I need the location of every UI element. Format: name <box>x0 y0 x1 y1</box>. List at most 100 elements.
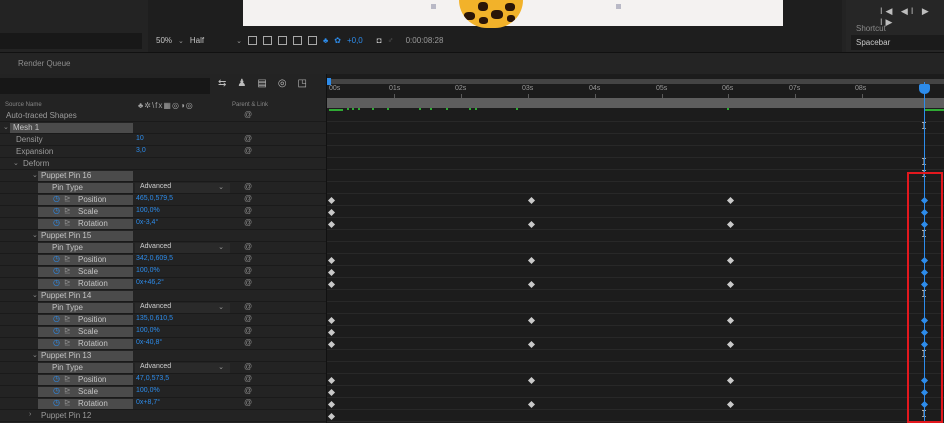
color-management-icon[interactable]: ♣ <box>323 36 328 45</box>
rotation-value[interactable]: 0x+46,2° <box>136 279 164 286</box>
pin-type-select[interactable]: Advanced ⌄ <box>135 363 230 373</box>
rotation-value[interactable]: 0x+8,7° <box>136 399 160 406</box>
graph-editor-icon[interactable]: ◳ <box>298 78 307 89</box>
property-row[interactable]: ⌄ Puppet Pin 16 <box>0 170 326 182</box>
stopwatch-icon[interactable]: ◷ <box>53 338 60 347</box>
switches-header[interactable]: ♣✲\fx▦◎◑◎ <box>138 101 194 110</box>
scale-value[interactable]: 100,0% <box>136 327 160 334</box>
stopwatch-icon[interactable]: ◷ <box>53 218 60 227</box>
expression-pickwhip-icon[interactable]: @ <box>244 206 252 215</box>
property-row[interactable]: Rotation ◷ ⊵ 0x-3,4° @ <box>0 218 326 230</box>
chevron-right-icon[interactable]: › <box>29 411 31 418</box>
graph-icon[interactable]: ⊵ <box>64 314 71 323</box>
property-row[interactable]: ⌄ Puppet Pin 13 <box>0 350 326 362</box>
composition-canvas[interactable] <box>243 0 783 28</box>
property-row[interactable]: ⌄ Deform <box>0 158 326 170</box>
render-queue-tab[interactable]: Render Queue <box>18 59 70 68</box>
stopwatch-icon[interactable]: ◷ <box>53 398 60 407</box>
chevron-down-icon[interactable]: ⌄ <box>32 231 38 239</box>
scale-value[interactable]: 100,0% <box>136 207 160 214</box>
snapshot-icon[interactable]: ◘ <box>377 36 382 45</box>
graph-icon[interactable]: ⊵ <box>64 266 71 275</box>
position-value[interactable]: 47,0,573,5 <box>136 375 169 382</box>
stopwatch-icon[interactable]: ◷ <box>53 386 60 395</box>
bounding-handle[interactable] <box>616 4 621 9</box>
stopwatch-icon[interactable]: ◷ <box>53 194 60 203</box>
property-row[interactable]: Pin Type Advanced ⌄ @ <box>0 182 326 194</box>
stopwatch-icon[interactable]: ◷ <box>53 374 60 383</box>
stopwatch-icon[interactable]: ◷ <box>53 278 60 287</box>
property-row[interactable]: Scale ◷ ⊵ 100,0% @ <box>0 266 326 278</box>
expression-pickwhip-icon[interactable]: @ <box>244 326 252 335</box>
expression-pickwhip-icon[interactable]: @ <box>244 254 252 263</box>
chevron-down-icon[interactable]: ⌄ <box>32 351 38 359</box>
pin-type-select[interactable]: Advanced ⌄ <box>135 303 230 313</box>
scale-value[interactable]: 100,0% <box>136 387 160 394</box>
expression-pickwhip-icon[interactable]: @ <box>244 110 252 119</box>
region-of-interest-icon[interactable] <box>248 36 257 45</box>
rotation-value[interactable]: 0x-40,8° <box>136 339 162 346</box>
chevron-down-icon[interactable]: ⌄ <box>13 159 19 167</box>
mask-visibility-icon[interactable] <box>278 36 287 45</box>
stopwatch-icon[interactable]: ◷ <box>53 206 60 215</box>
motion-blur-icon[interactable]: ◎ <box>278 78 287 89</box>
navigator-start-handle[interactable] <box>327 78 331 85</box>
chevron-down-icon[interactable]: ⌄ <box>3 123 9 131</box>
graph-icon[interactable]: ⊵ <box>64 374 71 383</box>
property-row[interactable]: Density 10 @ <box>0 134 326 146</box>
exposure-value[interactable]: +0,0 <box>347 36 363 45</box>
expression-pickwhip-icon[interactable]: @ <box>244 314 252 323</box>
property-row[interactable]: Pin Type Advanced ⌄ @ <box>0 302 326 314</box>
property-row[interactable]: Position ◷ ⊵ 465,0,579,5 @ <box>0 194 326 206</box>
graph-icon[interactable]: ⊵ <box>64 338 71 347</box>
resolution-select[interactable]: Half <box>190 36 204 45</box>
graph-icon[interactable]: ⊵ <box>64 386 71 395</box>
stopwatch-icon[interactable]: ◷ <box>53 314 60 323</box>
expression-pickwhip-icon[interactable]: @ <box>244 386 252 395</box>
graph-icon[interactable]: ⊵ <box>64 326 71 335</box>
rotation-value[interactable]: 0x-3,4° <box>136 219 158 226</box>
position-value[interactable]: 465,0,579,5 <box>136 195 173 202</box>
property-row[interactable]: Rotation ◷ ⊵ 0x+8,7° @ <box>0 398 326 410</box>
expression-pickwhip-icon[interactable]: @ <box>244 398 252 407</box>
work-area-bar[interactable] <box>327 98 944 108</box>
expression-pickwhip-icon[interactable]: @ <box>244 194 252 203</box>
expansion-value[interactable]: 3,0 <box>136 147 146 154</box>
project-search-field[interactable] <box>0 33 142 49</box>
property-row[interactable]: Scale ◷ ⊵ 100,0% @ <box>0 206 326 218</box>
property-row[interactable]: Rotation ◷ ⊵ 0x+46,2° @ <box>0 278 326 290</box>
graph-icon[interactable]: ⊵ <box>64 218 71 227</box>
timeline-panel[interactable]: 00s 01s 02s 03s 04s 05s 06s 07s 08s <box>326 74 944 423</box>
property-row[interactable]: Pin Type Advanced ⌄ @ <box>0 242 326 254</box>
expression-pickwhip-icon[interactable]: @ <box>244 362 252 371</box>
zoom-select[interactable]: 50% <box>156 36 172 45</box>
property-row[interactable]: Position ◷ ⊵ 135,0,610,5 @ <box>0 314 326 326</box>
composition-mini-flowchart-icon[interactable]: ⇆ <box>218 78 226 89</box>
expression-pickwhip-icon[interactable]: @ <box>244 374 252 383</box>
property-row[interactable]: Scale ◷ ⊵ 100,0% @ <box>0 326 326 338</box>
expression-pickwhip-icon[interactable]: @ <box>244 146 252 155</box>
graph-icon[interactable]: ⊵ <box>64 254 71 263</box>
playback-controls[interactable]: I◀ ◀I ▶ I▶ <box>880 6 944 28</box>
expression-pickwhip-icon[interactable]: @ <box>244 338 252 347</box>
property-row[interactable]: Pin Type Advanced ⌄ @ <box>0 362 326 374</box>
property-row[interactable]: ⌄ Mesh 1 <box>0 122 326 134</box>
property-row[interactable]: ⌄ Puppet Pin 15 <box>0 230 326 242</box>
scale-value[interactable]: 100,0% <box>136 267 160 274</box>
pin-type-select[interactable]: Advanced ⌄ <box>135 183 230 193</box>
stopwatch-icon[interactable]: ◷ <box>53 326 60 335</box>
property-row[interactable]: Auto-traced Shapes @ <box>0 110 326 122</box>
property-row[interactable]: Scale ◷ ⊵ 100,0% @ <box>0 386 326 398</box>
show-snapshot-icon[interactable]: ♂ <box>388 36 394 45</box>
graph-icon[interactable]: ⊵ <box>64 194 71 203</box>
expression-pickwhip-icon[interactable]: @ <box>244 134 252 143</box>
property-row[interactable]: Expansion 3,0 @ <box>0 146 326 158</box>
source-name-header[interactable]: Source Name <box>5 102 42 108</box>
shy-layers-icon[interactable]: ♟ <box>237 78 246 89</box>
chevron-down-icon[interactable]: ⌄ <box>32 291 38 299</box>
time-navigator[interactable] <box>327 78 944 85</box>
chevron-down-icon[interactable]: ⌄ <box>236 37 242 45</box>
guides-icon[interactable] <box>293 36 302 45</box>
expression-pickwhip-icon[interactable]: @ <box>244 182 252 191</box>
property-row[interactable]: Rotation ◷ ⊵ 0x-40,8° @ <box>0 338 326 350</box>
